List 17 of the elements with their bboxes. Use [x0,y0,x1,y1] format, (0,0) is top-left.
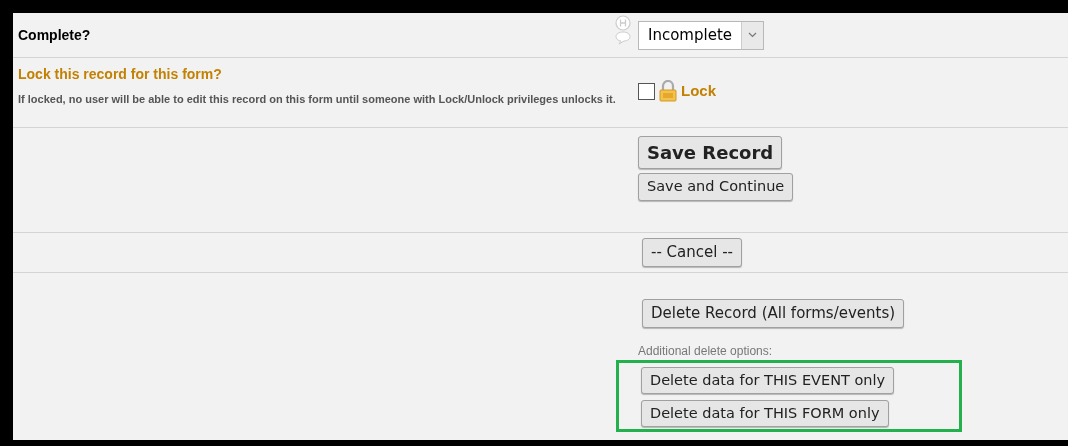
padlock-icon [658,80,678,102]
chevron-down-icon [748,32,757,38]
delete-record-button[interactable]: Delete Record (All forms/events) [642,299,905,328]
lock-title: Lock this record for this form? [18,65,223,84]
delete-data-button[interactable]: Delete data for THIS EVENT only [641,367,895,394]
status-select[interactable]: Incomplete [638,20,764,50]
save-record-button[interactable]: Save Record [638,136,783,169]
field-label: Complete? [18,25,91,45]
lock-checkbox[interactable] [638,82,655,100]
delete-data-button[interactable]: Delete data for THIS FORM only [641,400,889,427]
cancel-button[interactable]: -- Cancel -- [642,238,742,267]
history-icon[interactable] [615,15,631,31]
delete-options-label: Additional delete options: [638,343,773,360]
save-continue-button[interactable]: Save and Continue [638,173,794,201]
comment-icon[interactable] [615,31,631,45]
lock-note: If locked, no user will be able to edit this record on this form until someone with Lock/Unlock privileges unlocks it. [18,92,617,106]
lock-label: Lock [681,80,716,101]
